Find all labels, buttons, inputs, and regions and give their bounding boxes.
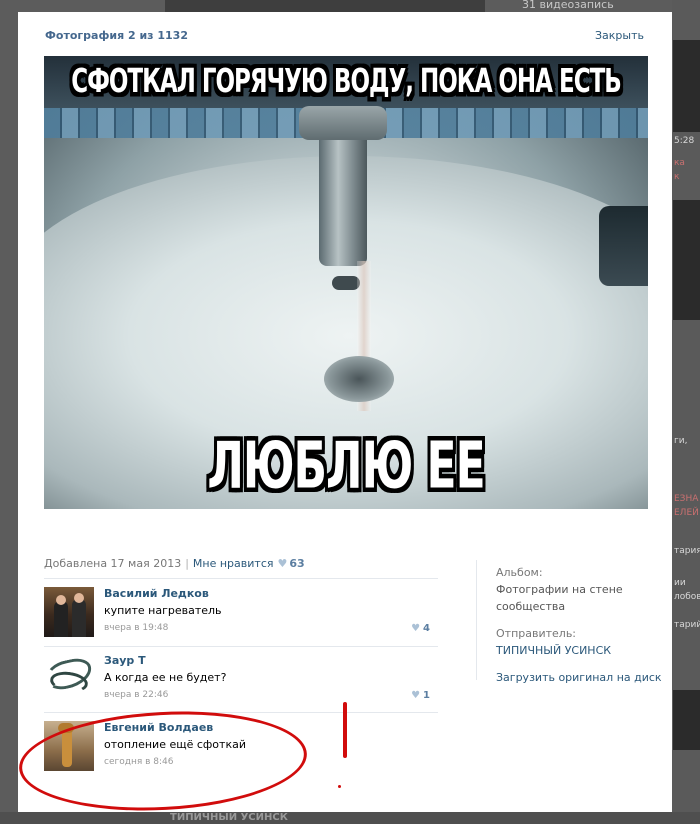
comment-time[interactable]: сегодня в 8:46 — [104, 757, 173, 767]
added-date: Добавлена 17 мая 2013 — [44, 557, 182, 570]
comment-item: Заур Т А когда ее не будет? вчера в 22:4… — [44, 652, 438, 712]
background-fragment-text: ЕЗНА — [674, 494, 699, 504]
background-bottom-strip — [0, 812, 700, 824]
background-thumbnail — [673, 690, 700, 750]
sender-label: Отправитель: — [496, 627, 577, 640]
background-thumbnail — [673, 200, 700, 320]
like-count: 63 — [289, 557, 305, 570]
avatar[interactable] — [44, 654, 94, 704]
photo-faucet-head — [299, 106, 387, 140]
background-top-strip — [165, 0, 485, 12]
meme-photo[interactable]: СФОТКАЛ ГОРЯЧУЮ ВОДУ, ПОКА ОНА ЕСТЬ ЛЮБЛ… — [44, 56, 648, 509]
comment-time[interactable]: вчера в 19:48 — [104, 623, 168, 633]
photo-counter-title: Фотография 2 из 1132 — [45, 29, 188, 42]
comment-divider — [44, 646, 438, 647]
avatar-giraffe-neck — [62, 727, 72, 767]
sender-link[interactable]: ТИПИЧНЫЙ УСИНСК — [496, 642, 676, 659]
comment-like-count: 1 — [423, 690, 430, 701]
avatar-face — [74, 593, 84, 603]
meme-caption-bottom: ЛЮБЛЮ ЕЕ — [207, 429, 485, 504]
comment-item: Евгений Волдаев отопление ещё сфоткай се… — [44, 719, 438, 779]
heart-icon[interactable]: ♥ — [278, 557, 288, 570]
background-video-count: 31 видеозапись — [522, 0, 614, 11]
comment-item: Василий Ледков купите нагреватель вчера … — [44, 585, 438, 645]
avatar-giraffe-head — [58, 723, 74, 733]
comment-author[interactable]: Евгений Волдаев — [104, 721, 213, 734]
background-fragment-text: к — [674, 172, 680, 182]
avatar-figure — [72, 599, 86, 637]
background-fragment-text: тария — [674, 546, 700, 556]
background-fragment-text: тарий — [674, 620, 700, 630]
comment-text: А когда ее не будет? — [104, 671, 227, 684]
comment-text: отопление ещё сфоткай — [104, 738, 246, 751]
meta-separator: | — [185, 557, 189, 570]
like-button[interactable]: Мне нравится — [193, 557, 274, 570]
background-fragment-text: 5:28 — [674, 136, 695, 146]
photo-drain — [324, 356, 394, 402]
comment-like-count: 4 — [423, 623, 430, 634]
comment-like-button[interactable]: ♥ 1 — [411, 690, 430, 701]
sidebar-divider — [476, 560, 477, 680]
photo-cup — [599, 206, 648, 286]
photo-sidebar: Альбом: Фотографии на стене сообщества О… — [496, 564, 676, 686]
background-fragment-text: ЕЛЕЙ — [674, 508, 699, 518]
comment-text: купите нагреватель — [104, 604, 222, 617]
download-original-link[interactable]: Загрузить оригинал на диск — [496, 669, 676, 686]
comment-like-button[interactable]: ♥ 4 — [411, 623, 430, 634]
comment-author[interactable]: Заур Т — [104, 654, 146, 667]
comment-time[interactable]: вчера в 22:46 — [104, 690, 168, 700]
background-fragment-text: ги, — [674, 436, 688, 446]
heart-icon: ♥ — [411, 690, 421, 701]
heart-icon: ♥ — [411, 623, 421, 634]
avatar-figure — [54, 601, 68, 637]
red-exclamation-dot — [338, 785, 341, 788]
album-label: Альбом: — [496, 566, 543, 579]
comment-author[interactable]: Василий Ледков — [104, 587, 209, 600]
avatar[interactable] — [44, 587, 94, 637]
close-button[interactable]: Закрыть — [595, 29, 644, 42]
background-fragment-text: ка — [674, 158, 685, 168]
photo-viewer: Фотография 2 из 1132 Закрыть СФОТКАЛ ГОР… — [16, 12, 672, 818]
avatar-face — [56, 595, 66, 605]
background-fragment-text: лобов — [674, 592, 700, 602]
album-link[interactable]: Фотографии на стене сообщества — [496, 581, 676, 615]
background-thumbnail — [673, 40, 700, 132]
photo-overflow-hole — [332, 276, 360, 290]
photo-meta-line: Добавлена 17 мая 2013 | Мне нравится ♥ 63 — [44, 557, 305, 570]
avatar[interactable] — [44, 721, 94, 771]
comment-divider — [44, 712, 438, 713]
background-group-name: ТИПИЧНЫЙ УСИНСК — [170, 812, 288, 823]
comments-divider — [44, 578, 438, 579]
meme-caption-top: СФОТКАЛ ГОРЯЧУЮ ВОДУ, ПОКА ОНА ЕСТЬ — [71, 63, 622, 101]
red-exclamation-stroke — [343, 702, 347, 758]
